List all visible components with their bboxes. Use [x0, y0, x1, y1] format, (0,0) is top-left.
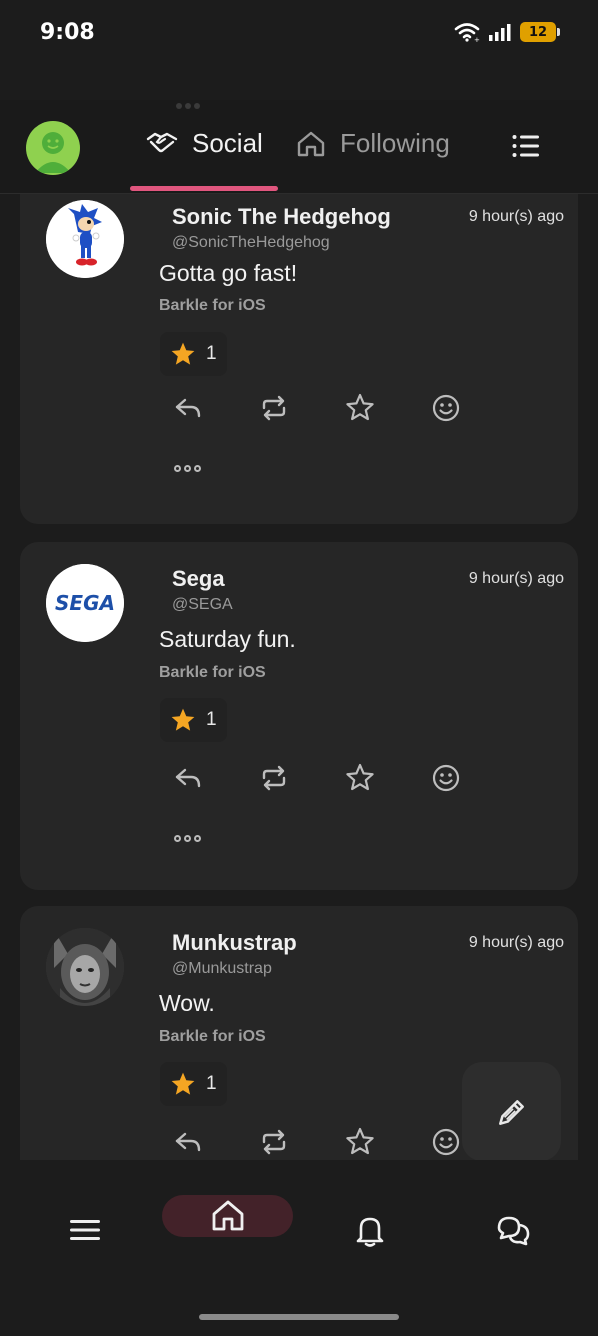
tab-following[interactable]: Following: [296, 128, 450, 159]
menu-icon[interactable]: [67, 1212, 103, 1248]
star-emoji-icon: [171, 342, 195, 365]
post-actions: [172, 1126, 462, 1160]
compose-button[interactable]: [462, 1062, 561, 1161]
svg-text:+: +: [474, 36, 480, 42]
repost-icon[interactable]: [258, 392, 290, 424]
post-actions: [172, 762, 462, 796]
signal-icon: [489, 24, 511, 41]
reply-icon[interactable]: [172, 762, 204, 794]
top-header: Social Following: [0, 100, 598, 194]
avatar[interactable]: SEGA: [46, 564, 124, 642]
post-time[interactable]: 9 hour(s) ago: [469, 934, 564, 952]
reaction-count: 1: [206, 709, 217, 730]
author-handle[interactable]: @SonicTheHedgehog: [172, 234, 330, 252]
favorite-star-icon[interactable]: [344, 762, 376, 794]
battery-level: 12: [520, 22, 556, 42]
handshake-icon: [146, 132, 178, 152]
post-actions: [172, 392, 462, 426]
chat-icon[interactable]: [495, 1212, 531, 1248]
drag-handle[interactable]: [173, 103, 203, 115]
bell-icon[interactable]: [352, 1212, 388, 1248]
more-options-icon[interactable]: [174, 835, 201, 842]
author-handle[interactable]: @Munkustrap: [172, 960, 272, 978]
author-name[interactable]: Sonic The Hedgehog: [172, 204, 391, 230]
status-icons: + 12: [454, 22, 560, 42]
post-source: Barkle for iOS: [159, 664, 266, 681]
favorite-star-icon[interactable]: [344, 1126, 376, 1158]
post-source: Barkle for iOS: [159, 1028, 266, 1045]
avatar[interactable]: [46, 200, 124, 278]
status-bar: 9:08 + 12: [0, 0, 598, 70]
feed[interactable]: Sonic The Hedgehog @SonicTheHedgehog 9 h…: [0, 194, 598, 1160]
tab-social-label: Social: [192, 128, 263, 158]
post-text: Gotta go fast!: [159, 260, 298, 286]
author-handle[interactable]: @SEGA: [172, 596, 233, 614]
post-text: Saturday fun.: [159, 626, 296, 652]
reaction-chip[interactable]: 1: [160, 332, 227, 376]
reaction-chip[interactable]: 1: [160, 698, 227, 742]
tab-social[interactable]: Social: [146, 128, 263, 159]
battery-icon: 12: [520, 22, 560, 42]
star-emoji-icon: [171, 708, 195, 731]
home-indicator[interactable]: [199, 1314, 399, 1320]
reaction-chip[interactable]: 1: [160, 1062, 227, 1106]
avatar[interactable]: [46, 928, 124, 1006]
wifi-icon: +: [454, 23, 480, 42]
star-emoji-icon: [171, 1072, 195, 1095]
post-text: Wow.: [159, 990, 215, 1016]
add-reaction-icon[interactable]: [430, 392, 462, 424]
reply-icon[interactable]: [172, 392, 204, 424]
reply-icon[interactable]: [172, 1126, 204, 1158]
repost-icon[interactable]: [258, 762, 290, 794]
favorite-star-icon[interactable]: [344, 392, 376, 424]
reaction-count: 1: [206, 1073, 217, 1094]
status-time: 9:08: [40, 20, 95, 45]
more-options-icon[interactable]: [174, 465, 201, 472]
pencil-icon: [498, 1099, 524, 1125]
post-card[interactable]: Sonic The Hedgehog @SonicTheHedgehog 9 h…: [20, 194, 578, 524]
post-time[interactable]: 9 hour(s) ago: [469, 208, 564, 226]
reaction-count: 1: [206, 343, 217, 364]
list-menu-icon[interactable]: [512, 134, 540, 158]
home-outline-icon: [297, 131, 325, 156]
add-reaction-icon[interactable]: [430, 1126, 462, 1158]
author-name[interactable]: Munkustrap: [172, 930, 297, 956]
post-source: Barkle for iOS: [159, 297, 266, 314]
active-tab-indicator: [130, 186, 278, 191]
repost-icon[interactable]: [258, 1126, 290, 1158]
post-card[interactable]: SEGA Sega @SEGA 9 hour(s) ago Saturday f…: [20, 542, 578, 890]
post-time[interactable]: 9 hour(s) ago: [469, 570, 564, 588]
tab-following-label: Following: [340, 128, 450, 158]
sega-logo-text: SEGA: [55, 591, 115, 615]
author-name[interactable]: Sega: [172, 566, 225, 592]
home-icon[interactable]: [210, 1198, 246, 1234]
add-reaction-icon[interactable]: [430, 762, 462, 794]
bottom-nav: [0, 1160, 598, 1336]
user-avatar[interactable]: [26, 121, 80, 175]
